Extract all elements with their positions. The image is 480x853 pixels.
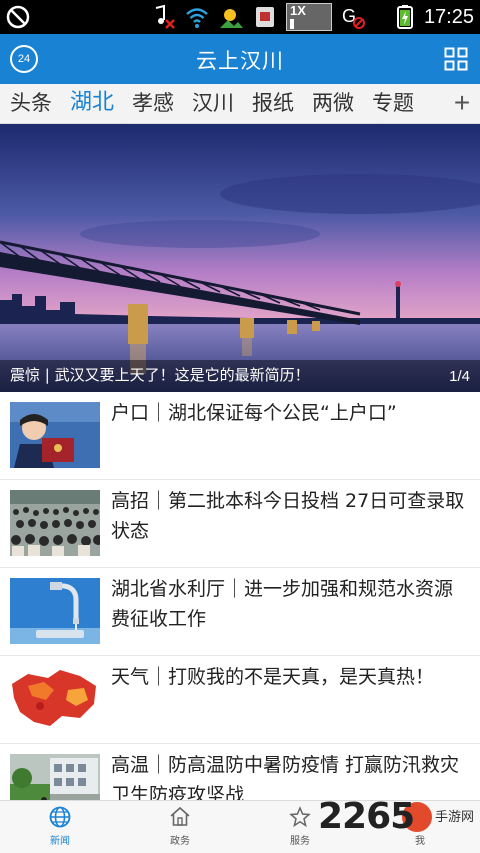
nav-news[interactable]: 新闻 — [20, 805, 100, 847]
music-muted-icon — [155, 4, 175, 29]
weather-sun-icon — [220, 9, 243, 28]
tab-headlines[interactable]: 头条 — [10, 89, 52, 117]
network-1x-icon: 1X — [286, 3, 332, 31]
news-title: 户口｜湖北保证每个公民“上户口” — [111, 402, 397, 424]
nav-government[interactable]: 政务 — [140, 805, 220, 847]
tab-list: 头条 湖北 孝感 汉川 报纸 两微 专题 — [10, 89, 414, 117]
clock: 17:25 — [423, 6, 474, 28]
tab-weibo-wechat[interactable]: 两微 — [312, 89, 354, 117]
tab-newspaper[interactable]: 报纸 — [252, 89, 294, 117]
tab-hanchuan[interactable]: 汉川 — [192, 89, 234, 117]
news-thumbnail — [10, 490, 100, 556]
watermark-text: 手游网 — [434, 810, 474, 825]
channel-tabs: 头条 湖北 孝感 汉川 报纸 两微 专题 + — [0, 84, 480, 124]
banner-pager: 1/4 — [449, 368, 470, 385]
banner-caption: 震惊 | 武汉又要上天了！这是它的最新简历！ — [10, 366, 310, 384]
app-title: 云上汉川 — [196, 49, 284, 73]
news-thumbnail — [10, 666, 100, 732]
news-item[interactable]: 户口｜湖北保证每个公民“上户口” — [0, 392, 480, 480]
location-off-icon: G — [342, 6, 365, 29]
status-bar: 1X G 17:25 — [0, 0, 480, 34]
bridge-photo — [0, 124, 480, 392]
news-list: 户口｜湖北保证每个公民“上户口” 高招｜第二批本科今日投档 27日可查录取状态 — [0, 392, 480, 800]
news-thumbnail — [10, 578, 100, 644]
news-item[interactable]: 天气｜打败我的不是天真，是天真热！ — [0, 656, 480, 744]
tab-hubei[interactable]: 湖北 — [70, 89, 114, 117]
site-watermark: 2265 手游网 — [318, 796, 478, 840]
news-title: 高温｜防高温防中暑防疫情 打赢防汛救灾卫生防疫攻坚战 — [111, 754, 460, 800]
news-title: 湖北省水利厅｜进一步加强和规范水资源费征收工作 — [111, 578, 454, 630]
news-title: 天气｜打败我的不是天真，是天真热！ — [111, 666, 435, 688]
nav-news-label: 新闻 — [50, 836, 70, 847]
news-item[interactable]: 湖北省水利厅｜进一步加强和规范水资源费征收工作 — [0, 568, 480, 656]
sim-card-icon — [256, 7, 274, 27]
watermark-number: 2265 — [318, 796, 415, 837]
home-icon — [170, 806, 190, 826]
news-thumbnail — [10, 402, 100, 468]
headline-banner[interactable]: 震惊 | 武汉又要上天了！这是它的最新简历！ 1/4 — [0, 124, 480, 392]
news-item[interactable]: 高温｜防高温防中暑防疫情 打赢防汛救灾卫生防疫攻坚战 — [0, 744, 480, 800]
news-item[interactable]: 高招｜第二批本科今日投档 27日可查录取状态 — [0, 480, 480, 568]
news-thumbnail — [10, 754, 100, 800]
star-icon — [289, 806, 311, 828]
globe-icon — [49, 806, 71, 828]
tab-special[interactable]: 专题 — [372, 89, 414, 117]
no-signal-icon — [6, 5, 30, 29]
nav-government-label: 政务 — [170, 836, 190, 847]
app-header: 24 云上汉川 — [0, 34, 480, 84]
news-title: 高招｜第二批本科今日投档 27日可查录取状态 — [111, 490, 465, 542]
add-channel-button[interactable]: + — [444, 84, 480, 123]
battery-charging-icon — [397, 5, 413, 29]
tab-xiaogan[interactable]: 孝感 — [132, 89, 174, 117]
wifi-icon — [186, 8, 208, 28]
grid-menu-icon[interactable] — [444, 47, 468, 71]
